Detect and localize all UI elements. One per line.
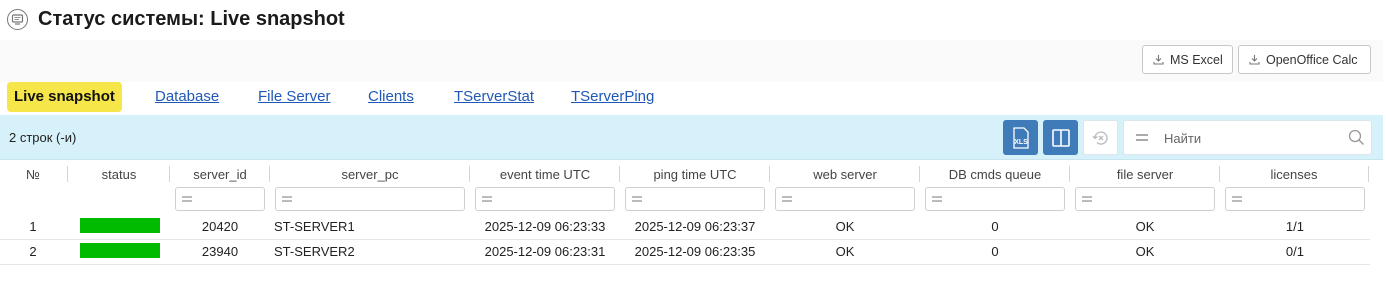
- clear-filter-icon: [1091, 130, 1108, 145]
- cell-db-cmds-queue: 0: [991, 244, 999, 259]
- grid-header: № status server_id server_pc event time …: [0, 161, 1383, 215]
- filter-file-server[interactable]: [1075, 187, 1215, 211]
- page-title: Статус системы: Live snapshot: [38, 8, 345, 30]
- rows-count: 2 строк (-и): [9, 130, 77, 145]
- cell-licenses: 1/1: [1285, 219, 1304, 234]
- columns-layout-button[interactable]: [1043, 120, 1078, 155]
- search-input[interactable]: [1164, 128, 1344, 148]
- download-icon: [1249, 55, 1260, 65]
- filter-event-time[interactable]: [475, 187, 615, 211]
- col-header-licenses[interactable]: licenses: [1220, 167, 1368, 182]
- cell-ping-time: 2025-12-09 06:23:37: [634, 219, 756, 234]
- cell-db-cmds-queue: 0: [991, 219, 999, 234]
- search-box: [1123, 120, 1372, 155]
- filter-licenses[interactable]: [1225, 187, 1365, 211]
- filter-db-cmds-queue[interactable]: [925, 187, 1065, 211]
- columns-icon: [1051, 128, 1070, 147]
- download-icon: [1153, 55, 1164, 65]
- cell-event-time: 2025-12-09 06:23:33: [484, 219, 606, 234]
- status-indicator: [80, 243, 160, 258]
- cell-server-id: 23940: [201, 244, 239, 259]
- export-excel-button[interactable]: MS Excel: [1142, 45, 1233, 74]
- col-header-status[interactable]: status: [70, 167, 168, 182]
- export-excel-label: MS Excel: [1170, 52, 1223, 67]
- search-icon[interactable]: [1348, 129, 1365, 146]
- cell-server-id: 20420: [201, 219, 239, 234]
- title-bar: Статус системы: Live snapshot: [0, 0, 1386, 40]
- clear-filters-button[interactable]: [1083, 120, 1118, 155]
- col-header-web-server[interactable]: web server: [770, 167, 920, 182]
- tab-bar: Live snapshot Database File Server Clien…: [0, 82, 1386, 114]
- export-calc-label: OpenOffice Calc: [1266, 52, 1358, 67]
- cell-file-server: OK: [1135, 219, 1155, 234]
- cell-file-server: OK: [1135, 244, 1155, 259]
- export-bar: MS Excel OpenOffice Calc: [0, 40, 1383, 82]
- search-mode-icon: [1136, 133, 1150, 143]
- tab-database[interactable]: Database: [155, 82, 219, 112]
- tab-tserverping[interactable]: TServerPing: [571, 82, 654, 112]
- table-row[interactable]: 1 20420 ST-SERVER1 2025-12-09 06:23:33 2…: [0, 215, 1370, 240]
- table-row[interactable]: 2 23940 ST-SERVER2 2025-12-09 06:23:31 2…: [0, 240, 1370, 265]
- col-header-server-id[interactable]: server_id: [170, 167, 270, 182]
- status-indicator: [80, 218, 160, 233]
- cell-ping-time: 2025-12-09 06:23:35: [634, 244, 756, 259]
- cell-num: 2: [29, 244, 37, 259]
- col-header-event-time[interactable]: event time UTC: [470, 167, 620, 182]
- tab-tserverstat[interactable]: TServerStat: [454, 82, 534, 112]
- filter-ping-time[interactable]: [625, 187, 765, 211]
- tab-clients[interactable]: Clients: [368, 82, 414, 112]
- col-header-ping-time[interactable]: ping time UTC: [620, 167, 770, 182]
- filter-server-pc[interactable]: [275, 187, 465, 211]
- col-header-server-pc[interactable]: server_pc: [270, 167, 470, 182]
- cell-num: 1: [29, 219, 37, 234]
- export-xls-button[interactable]: XLS: [1003, 120, 1038, 155]
- cell-server-pc: ST-SERVER2: [274, 244, 355, 259]
- column-separator[interactable]: [1368, 166, 1369, 182]
- col-header-file-server[interactable]: file server: [1070, 167, 1220, 182]
- export-calc-button[interactable]: OpenOffice Calc: [1238, 45, 1371, 74]
- xls-icon: XLS: [1012, 126, 1029, 149]
- column-separator[interactable]: [67, 166, 68, 182]
- cell-server-pc: ST-SERVER1: [274, 219, 355, 234]
- xls-icon-label: XLS: [1014, 139, 1028, 146]
- tab-live-snapshot[interactable]: Live snapshot: [7, 82, 122, 112]
- cell-web-server: OK: [835, 219, 855, 234]
- cell-licenses: 0/1: [1285, 244, 1304, 259]
- system-status-icon: [7, 9, 28, 30]
- filter-web-server[interactable]: [775, 187, 915, 211]
- col-header-num[interactable]: №: [0, 167, 66, 182]
- filter-server-id[interactable]: [175, 187, 265, 211]
- tab-file-server[interactable]: File Server: [258, 82, 331, 112]
- cell-event-time: 2025-12-09 06:23:31: [484, 244, 606, 259]
- cell-web-server: OK: [835, 244, 855, 259]
- grid-toolbar: 2 строк (-и) XLS: [0, 115, 1383, 160]
- col-header-db-cmds-queue[interactable]: DB cmds queue: [920, 167, 1070, 182]
